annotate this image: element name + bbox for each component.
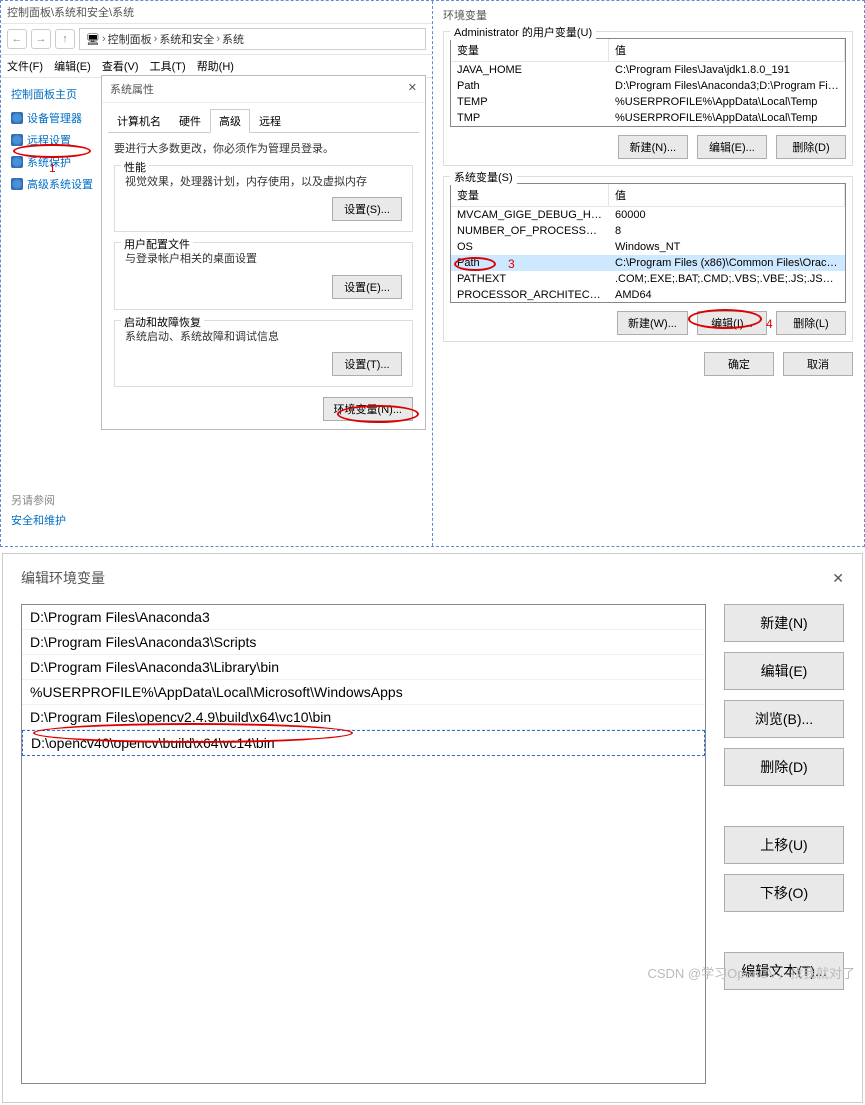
watermark: CSDN @学习OpenCV，找我就对了 <box>647 963 855 982</box>
env-vars-button[interactable]: 环境变量(N)... <box>323 397 413 421</box>
table-row[interactable]: MVCAM_GIGE_DEBUG_HEA...60000 <box>451 207 845 223</box>
shield-icon <box>11 134 23 146</box>
list-item[interactable]: D:\Program Files\Anaconda3\Scripts <box>22 630 705 655</box>
shield-icon <box>11 178 23 190</box>
annotation-label-4: 4 <box>766 317 773 331</box>
list-item[interactable]: %USERPROFILE%\AppData\Local\Microsoft\Wi… <box>22 680 705 705</box>
table-row[interactable]: JAVA_HOMEC:\Program Files\Java\jdk1.8.0_… <box>451 62 845 78</box>
table-row[interactable]: TMP%USERPROFILE%\AppData\Local\Temp <box>451 110 845 126</box>
tab-bar: 计算机名 硬件 高级 远程 <box>108 109 419 133</box>
ok-button[interactable]: 确定 <box>704 352 774 376</box>
env-vars-dialog: 环境变量 Administrator 的用户变量(U) 变量 值 JAVA_HO… <box>433 1 863 546</box>
breadcrumb[interactable]: 🖥 › 控制面板 › 系统和安全 › 系统 <box>79 28 426 50</box>
edit-button[interactable]: 编辑(E) <box>724 652 844 690</box>
dialog-title: 编辑环境变量 <box>21 568 105 588</box>
table-row[interactable]: PathD:\Program Files\Anaconda3;D:\Progra… <box>451 78 845 94</box>
edit-env-dialog: 编辑环境变量 ✕ D:\Program Files\Anaconda3D:\Pr… <box>2 553 863 1103</box>
list-item[interactable]: D:\Program Files\opencv2.4.9\build\x64\v… <box>22 705 705 730</box>
admin-note: 要进行大多数更改，你必须作为管理员登录。 <box>114 141 413 159</box>
sidebar-remote[interactable]: 远程设置 <box>11 132 97 148</box>
up-button[interactable]: ↑ <box>55 29 75 49</box>
list-item[interactable]: D:\Program Files\Anaconda3\Library\bin <box>22 655 705 680</box>
list-item[interactable]: D:\opencv40\opencv\build\x64\vc14\bin <box>22 730 705 756</box>
table-row[interactable]: PROCESSOR_ARCHITECTUREAMD64 <box>451 287 845 302</box>
sidebar-advanced-settings[interactable]: 高级系统设置 <box>11 176 97 192</box>
nav-bar: ← → ↑ 🖥 › 控制面板 › 系统和安全 › 系统 <box>1 24 432 55</box>
forward-button[interactable]: → <box>31 29 51 49</box>
user-new-button[interactable]: 新建(N)... <box>618 135 688 159</box>
table-row[interactable]: PATHEXT.COM;.EXE;.BAT;.CMD;.VBS;.VBE;.JS… <box>451 271 845 287</box>
sidebar-device-manager[interactable]: 设备管理器 <box>11 110 97 126</box>
related-security-link[interactable]: 安全和维护 <box>11 512 66 528</box>
user-delete-button[interactable]: 删除(D) <box>776 135 846 159</box>
user-vars-group: Administrator 的用户变量(U) 变量 值 JAVA_HOMEC:\… <box>443 31 853 166</box>
table-row[interactable]: NUMBER_OF_PROCESSORS8 <box>451 223 845 239</box>
move-down-button[interactable]: 下移(O) <box>724 874 844 912</box>
tab-computer-name[interactable]: 计算机名 <box>108 109 170 133</box>
sidebar-title: 控制面板主页 <box>11 86 97 102</box>
move-up-button[interactable]: 上移(U) <box>724 826 844 864</box>
annotation-label-3: 3 <box>508 257 515 271</box>
delete-button[interactable]: 删除(D) <box>724 748 844 786</box>
menu-help[interactable]: 帮助(H) <box>197 61 234 73</box>
menu-view[interactable]: 查看(V) <box>102 61 139 73</box>
system-properties-dialog: 系统属性 ✕ 计算机名 硬件 高级 远程 要进行大多数更改，你必须作为管理员登录… <box>101 75 426 430</box>
startup-group: 启动和故障恢复 系统启动、系统故障和调试信息 设置(T)... <box>114 320 413 388</box>
user-edit-button[interactable]: 编辑(E)... <box>697 135 767 159</box>
dialog-title: 系统属性 <box>110 81 154 97</box>
sys-new-button[interactable]: 新建(W)... <box>617 311 688 335</box>
tab-advanced[interactable]: 高级 <box>210 109 250 133</box>
user-profiles-group: 用户配置文件 与登录帐户相关的桌面设置 设置(E)... <box>114 242 413 310</box>
performance-group: 性能 视觉效果，处理器计划，内存使用，以及虚拟内存 设置(S)... <box>114 165 413 233</box>
dialog-title: 环境变量 <box>443 7 853 23</box>
sys-vars-table[interactable]: 变量 值 MVCAM_GIGE_DEBUG_HEA...60000NUMBER_… <box>450 183 846 303</box>
shield-icon <box>11 156 23 168</box>
tab-remote[interactable]: 远程 <box>250 109 290 133</box>
close-icon[interactable]: ✕ <box>408 81 417 97</box>
menu-tools[interactable]: 工具(T) <box>150 61 186 73</box>
sys-delete-button[interactable]: 删除(L) <box>776 311 846 335</box>
browse-button[interactable]: 浏览(B)... <box>724 700 844 738</box>
menu-file[interactable]: 文件(F) <box>7 61 43 73</box>
list-item[interactable]: D:\Program Files\Anaconda3 <box>22 605 705 630</box>
folder-icon: 🖥 <box>86 33 100 46</box>
user-vars-table[interactable]: 变量 值 JAVA_HOMEC:\Program Files\Java\jdk1… <box>450 38 846 127</box>
sys-vars-group: 系统变量(S) 变量 值 MVCAM_GIGE_DEBUG_HEA...6000… <box>443 176 853 342</box>
window-title: 控制面板\系统和安全\系统 <box>1 1 432 24</box>
cancel-button[interactable]: 取消 <box>783 352 853 376</box>
path-list[interactable]: D:\Program Files\Anaconda3D:\Program Fil… <box>21 604 706 1084</box>
close-icon[interactable]: ✕ <box>832 570 844 587</box>
control-panel-window: 控制面板\系统和安全\系统 ← → ↑ 🖥 › 控制面板 › 系统和安全 › 系… <box>1 1 433 546</box>
profiles-settings-button[interactable]: 设置(E)... <box>332 275 402 299</box>
related-links: 另请参阅 安全和维护 <box>11 492 66 528</box>
tab-hardware[interactable]: 硬件 <box>170 109 210 133</box>
table-row[interactable]: OSWindows_NT <box>451 239 845 255</box>
menu-edit[interactable]: 编辑(E) <box>54 61 91 73</box>
annotation-label-1: 1 <box>49 161 56 175</box>
new-button[interactable]: 新建(N) <box>724 604 844 642</box>
sidebar: 控制面板主页 设备管理器 远程设置 系统保护 高级系统设置 <box>1 78 101 206</box>
table-row[interactable]: TEMP%USERPROFILE%\AppData\Local\Temp <box>451 94 845 110</box>
back-button[interactable]: ← <box>7 29 27 49</box>
startup-settings-button[interactable]: 设置(T)... <box>332 352 402 376</box>
shield-icon <box>11 112 23 124</box>
perf-settings-button[interactable]: 设置(S)... <box>332 197 402 221</box>
sys-edit-button[interactable]: 编辑(I)... <box>697 311 767 335</box>
